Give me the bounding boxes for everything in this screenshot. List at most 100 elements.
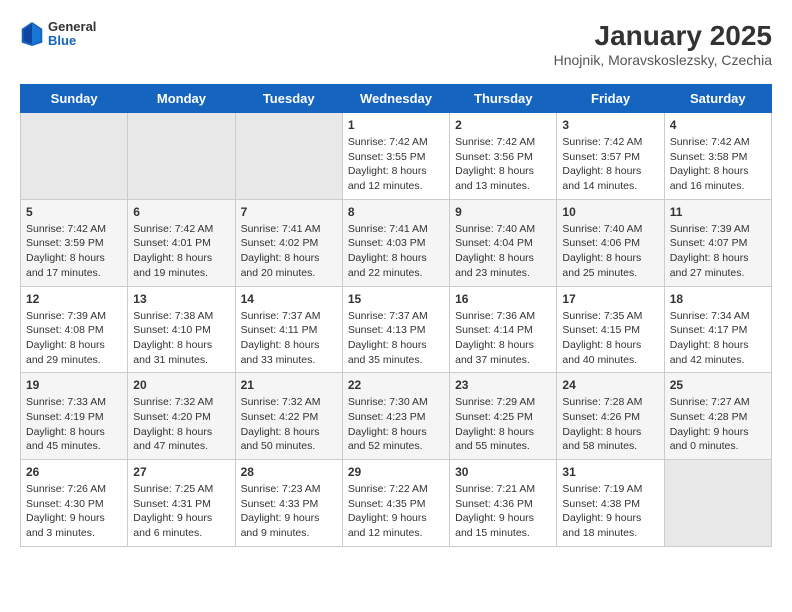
day-info: Sunrise: 7:33 AM Sunset: 4:19 PM Dayligh… (26, 395, 122, 454)
day-info: Sunrise: 7:42 AM Sunset: 3:59 PM Dayligh… (26, 222, 122, 281)
calendar-cell: 15 Sunrise: 7:37 AM Sunset: 4:13 PM Dayli… (342, 286, 449, 373)
day-number: 5 (26, 205, 122, 219)
day-number: 19 (26, 378, 122, 392)
day-number: 15 (348, 292, 444, 306)
calendar-cell: 10 Sunrise: 7:40 AM Sunset: 4:06 PM Dayli… (557, 199, 664, 286)
day-info: Sunrise: 7:22 AM Sunset: 4:35 PM Dayligh… (348, 482, 444, 541)
calendar-cell: 1Sunrise: 7:42 AM Sunset: 3:55 PM Daylig… (342, 113, 449, 200)
day-info: Sunrise: 7:30 AM Sunset: 4:23 PM Dayligh… (348, 395, 444, 454)
day-info: Sunrise: 7:35 AM Sunset: 4:15 PM Dayligh… (562, 309, 658, 368)
day-number: 17 (562, 292, 658, 306)
day-of-week-friday: Friday (557, 85, 664, 113)
page-header: General Blue January 2025 Hnojnik, Morav… (20, 20, 772, 68)
day-info: Sunrise: 7:32 AM Sunset: 4:20 PM Dayligh… (133, 395, 229, 454)
title-area: January 2025 Hnojnik, Moravskoslezsky, C… (554, 20, 772, 68)
calendar-cell (128, 113, 235, 200)
day-info: Sunrise: 7:41 AM Sunset: 4:02 PM Dayligh… (241, 222, 337, 281)
day-info: Sunrise: 7:32 AM Sunset: 4:22 PM Dayligh… (241, 395, 337, 454)
calendar-cell: 13Sunrise: 7:38 AM Sunset: 4:10 PM Dayli… (128, 286, 235, 373)
calendar-cell: 2 Sunrise: 7:42 AM Sunset: 3:56 PM Daylig… (450, 113, 557, 200)
logo-general: General (48, 20, 96, 34)
calendar-cell: 3Sunrise: 7:42 AM Sunset: 3:57 PM Daylig… (557, 113, 664, 200)
day-of-week-saturday: Saturday (664, 85, 771, 113)
day-number: 29 (348, 465, 444, 479)
day-number: 25 (670, 378, 766, 392)
day-info: Sunrise: 7:23 AM Sunset: 4:33 PM Dayligh… (241, 482, 337, 541)
day-number: 28 (241, 465, 337, 479)
calendar-cell: 6 Sunrise: 7:42 AM Sunset: 4:01 PM Daylig… (128, 199, 235, 286)
day-info: Sunrise: 7:40 AM Sunset: 4:04 PM Dayligh… (455, 222, 551, 281)
day-info: Sunrise: 7:42 AM Sunset: 4:01 PM Dayligh… (133, 222, 229, 281)
day-number: 23 (455, 378, 551, 392)
day-number: 4 (670, 118, 766, 132)
calendar-cell: 23Sunrise: 7:29 AM Sunset: 4:25 PM Dayli… (450, 373, 557, 460)
day-number: 7 (241, 205, 337, 219)
logo-icon (20, 20, 44, 48)
day-info: Sunrise: 7:42 AM Sunset: 3:55 PM Dayligh… (348, 135, 444, 194)
week-row-4: 19 Sunrise: 7:33 AM Sunset: 4:19 PM Dayli… (21, 373, 772, 460)
day-number: 21 (241, 378, 337, 392)
day-of-week-tuesday: Tuesday (235, 85, 342, 113)
day-info: Sunrise: 7:41 AM Sunset: 4:03 PM Dayligh… (348, 222, 444, 281)
day-number: 16 (455, 292, 551, 306)
calendar-cell: 17 Sunrise: 7:35 AM Sunset: 4:15 PM Dayli… (557, 286, 664, 373)
day-number: 18 (670, 292, 766, 306)
calendar-cell: 27 Sunrise: 7:25 AM Sunset: 4:31 PM Dayli… (128, 460, 235, 547)
day-info: Sunrise: 7:21 AM Sunset: 4:36 PM Dayligh… (455, 482, 551, 541)
calendar-cell: 12Sunrise: 7:39 AM Sunset: 4:08 PM Dayli… (21, 286, 128, 373)
calendar-cell: 19 Sunrise: 7:33 AM Sunset: 4:19 PM Dayli… (21, 373, 128, 460)
day-number: 20 (133, 378, 229, 392)
calendar-cell: 8 Sunrise: 7:41 AM Sunset: 4:03 PM Daylig… (342, 199, 449, 286)
days-of-week-row: SundayMondayTuesdayWednesdayThursdayFrid… (21, 85, 772, 113)
day-info: Sunrise: 7:39 AM Sunset: 4:07 PM Dayligh… (670, 222, 766, 281)
day-info: Sunrise: 7:40 AM Sunset: 4:06 PM Dayligh… (562, 222, 658, 281)
page-subtitle: Hnojnik, Moravskoslezsky, Czechia (554, 52, 772, 68)
day-number: 27 (133, 465, 229, 479)
day-number: 30 (455, 465, 551, 479)
day-info: Sunrise: 7:37 AM Sunset: 4:11 PM Dayligh… (241, 309, 337, 368)
day-number: 3 (562, 118, 658, 132)
day-info: Sunrise: 7:25 AM Sunset: 4:31 PM Dayligh… (133, 482, 229, 541)
calendar-cell: 5 Sunrise: 7:42 AM Sunset: 3:59 PM Daylig… (21, 199, 128, 286)
day-info: Sunrise: 7:38 AM Sunset: 4:10 PM Dayligh… (133, 309, 229, 368)
day-info: Sunrise: 7:26 AM Sunset: 4:30 PM Dayligh… (26, 482, 122, 541)
day-number: 2 (455, 118, 551, 132)
day-info: Sunrise: 7:37 AM Sunset: 4:13 PM Dayligh… (348, 309, 444, 368)
week-row-2: 5 Sunrise: 7:42 AM Sunset: 3:59 PM Daylig… (21, 199, 772, 286)
calendar-body: 1Sunrise: 7:42 AM Sunset: 3:55 PM Daylig… (21, 113, 772, 547)
day-of-week-wednesday: Wednesday (342, 85, 449, 113)
calendar-cell: 9 Sunrise: 7:40 AM Sunset: 4:04 PM Daylig… (450, 199, 557, 286)
day-info: Sunrise: 7:36 AM Sunset: 4:14 PM Dayligh… (455, 309, 551, 368)
day-info: Sunrise: 7:42 AM Sunset: 3:56 PM Dayligh… (455, 135, 551, 194)
calendar-cell: 21 Sunrise: 7:32 AM Sunset: 4:22 PM Dayli… (235, 373, 342, 460)
day-number: 10 (562, 205, 658, 219)
day-number: 8 (348, 205, 444, 219)
calendar-cell: 4Sunrise: 7:42 AM Sunset: 3:58 PM Daylig… (664, 113, 771, 200)
day-info: Sunrise: 7:27 AM Sunset: 4:28 PM Dayligh… (670, 395, 766, 454)
week-row-5: 26 Sunrise: 7:26 AM Sunset: 4:30 PM Dayli… (21, 460, 772, 547)
day-number: 31 (562, 465, 658, 479)
calendar-cell (664, 460, 771, 547)
logo: General Blue (20, 20, 96, 49)
day-number: 6 (133, 205, 229, 219)
day-info: Sunrise: 7:19 AM Sunset: 4:38 PM Dayligh… (562, 482, 658, 541)
calendar-cell: 20 Sunrise: 7:32 AM Sunset: 4:20 PM Dayli… (128, 373, 235, 460)
day-number: 9 (455, 205, 551, 219)
calendar-cell: 11 Sunrise: 7:39 AM Sunset: 4:07 PM Dayli… (664, 199, 771, 286)
day-number: 14 (241, 292, 337, 306)
calendar-cell: 18Sunrise: 7:34 AM Sunset: 4:17 PM Dayli… (664, 286, 771, 373)
week-row-3: 12Sunrise: 7:39 AM Sunset: 4:08 PM Dayli… (21, 286, 772, 373)
calendar-cell: 16 Sunrise: 7:36 AM Sunset: 4:14 PM Dayli… (450, 286, 557, 373)
day-number: 22 (348, 378, 444, 392)
day-number: 11 (670, 205, 766, 219)
calendar-cell: 24Sunrise: 7:28 AM Sunset: 4:26 PM Dayli… (557, 373, 664, 460)
calendar-cell: 7 Sunrise: 7:41 AM Sunset: 4:02 PM Daylig… (235, 199, 342, 286)
day-number: 26 (26, 465, 122, 479)
calendar-table: SundayMondayTuesdayWednesdayThursdayFrid… (20, 84, 772, 547)
page-title: January 2025 (554, 20, 772, 52)
calendar-cell: 14 Sunrise: 7:37 AM Sunset: 4:11 PM Dayli… (235, 286, 342, 373)
calendar-cell: 25 Sunrise: 7:27 AM Sunset: 4:28 PM Dayli… (664, 373, 771, 460)
day-info: Sunrise: 7:28 AM Sunset: 4:26 PM Dayligh… (562, 395, 658, 454)
day-info: Sunrise: 7:39 AM Sunset: 4:08 PM Dayligh… (26, 309, 122, 368)
calendar-cell: 22 Sunrise: 7:30 AM Sunset: 4:23 PM Dayli… (342, 373, 449, 460)
